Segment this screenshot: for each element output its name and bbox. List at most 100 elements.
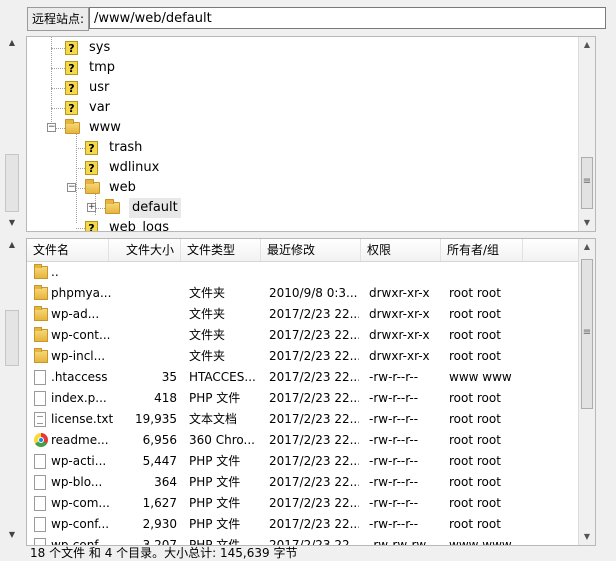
strip-handle[interactable] (5, 310, 19, 366)
file-modified-cell: 2017/2/23 22... (269, 307, 359, 321)
file-list-header: 文件名 文件大小 文件类型 最近修改 权限 所有者/组 (27, 239, 595, 262)
file-row[interactable]: index.p... 418 PHP 文件 2017/2/23 22... -rw-r-… (27, 388, 595, 409)
scroll-down-icon[interactable]: ▼ (579, 529, 595, 545)
file-perms-cell: -rw-r--r-- (369, 412, 419, 426)
file-owner-cell: root root (449, 496, 501, 510)
question-folder-icon: ? (65, 61, 78, 75)
file-icon (34, 496, 46, 511)
file-modified-cell: 2017/2/23 22... (269, 370, 359, 384)
column-header-filesize[interactable]: 文件大小 (109, 239, 181, 261)
scroll-up-icon[interactable]: ▲ (579, 37, 595, 53)
collapse-icon[interactable]: − (47, 123, 56, 132)
file-icon (34, 538, 46, 545)
file-owner-cell: root root (449, 307, 501, 321)
file-row[interactable]: .. (27, 262, 595, 283)
question-folder-icon: ? (65, 101, 78, 115)
folder-icon (65, 119, 80, 134)
strip-down-arrow-icon: ▼ (8, 530, 16, 539)
tree-item-www[interactable]: − www (27, 118, 577, 138)
file-modified-cell: 2017/2/23 22... (269, 391, 359, 405)
tree-item-sys[interactable]: ? sys (27, 38, 577, 58)
file-owner-cell: root root (449, 349, 501, 363)
file-row[interactable]: wp-acti... 5,447 PHP 文件 2017/2/23 22... -rw-… (27, 451, 595, 472)
tree-connector (76, 148, 85, 149)
column-header-owner[interactable]: 所有者/组 (441, 239, 523, 261)
file-icon (34, 391, 46, 406)
file-owner-cell: root root (449, 433, 501, 447)
tree-item-default[interactable]: + default (27, 198, 577, 218)
file-owner-cell: root root (449, 286, 501, 300)
file-row[interactable]: wp-conf... 2,930 PHP 文件 2017/2/23 22... -rw-… (27, 514, 595, 535)
file-row[interactable]: phpmya... 文件夹 2010/9/8 0:3... drwxr-xr-x roo… (27, 283, 595, 304)
expand-icon[interactable]: + (87, 203, 96, 212)
tree-item-label: var (89, 100, 111, 115)
file-name-cell: license.txt (51, 412, 113, 426)
tree-item-usr[interactable]: ? usr (27, 78, 577, 98)
file-perms-cell: -rw-r--r-- (369, 370, 419, 384)
file-perms-cell: drwxr-xr-x (369, 328, 430, 342)
file-list-scrollbar[interactable]: ▲ ▼ (578, 239, 595, 545)
tree-item-label: tmp (89, 60, 116, 75)
file-type-cell: 文件夹 (189, 349, 226, 363)
collapse-icon[interactable]: − (67, 183, 76, 192)
folder-icon (34, 264, 48, 279)
tree-item-web-logs[interactable]: ? web_logs (27, 218, 577, 232)
strip-down-arrow-icon: ▼ (8, 218, 16, 227)
column-header-filename[interactable]: 文件名 (27, 239, 109, 261)
file-perms-cell: -rw-r--r-- (369, 475, 419, 489)
file-owner-cell: www www (449, 370, 512, 384)
file-size-cell: 1,627 (142, 496, 177, 510)
file-size-cell: 418 (154, 391, 177, 405)
strip-handle[interactable] (5, 154, 19, 212)
file-list-scroll-thumb[interactable] (581, 259, 593, 409)
file-perms-cell: -rw-rw-rw- (369, 538, 431, 546)
file-type-cell: HTACCES... (189, 370, 256, 384)
scroll-down-icon[interactable]: ▼ (579, 215, 595, 231)
file-perms-cell: -rw-r--r-- (369, 454, 419, 468)
file-type-cell: PHP 文件 (189, 454, 241, 468)
tree-item-label: web_logs (109, 220, 169, 232)
file-row[interactable]: wp-ad... 文件夹 2017/2/23 22... drwxr-xr-x root… (27, 304, 595, 325)
column-header-modified[interactable]: 最近修改 (261, 239, 361, 261)
file-modified-cell: 2017/2/23 22... (269, 496, 359, 510)
scroll-up-icon[interactable]: ▲ (579, 239, 595, 255)
tree-item-web[interactable]: − web (27, 178, 577, 198)
folder-icon (34, 306, 48, 321)
file-row[interactable]: readme... 6,956 360 Chro... 2017/2/23 22...… (27, 430, 595, 451)
tree-item-trash[interactable]: ? trash (27, 138, 577, 158)
tree-item-var[interactable]: ? var (27, 98, 577, 118)
file-row[interactable]: wp-conf... 3,207 PHP 文件 2017/2/23 22... -rw-… (27, 535, 595, 546)
tree-connector (51, 68, 65, 69)
status-bar: 18 个文件 和 4 个目录。大小总计: 145,639 字节 (26, 546, 600, 561)
browser-icon (34, 433, 48, 447)
file-size-cell: 35 (161, 370, 177, 384)
question-folder-icon: ? (85, 161, 98, 175)
column-header-permissions[interactable]: 权限 (361, 239, 441, 261)
file-row[interactable]: wp-incl... 文件夹 2017/2/23 22... drwxr-xr-x ro… (27, 346, 595, 367)
tree-connector (51, 48, 65, 49)
file-row[interactable]: wp-cont... 文件夹 2017/2/23 22... drwxr-xr-x ro… (27, 325, 595, 346)
tree-item-wdlinux[interactable]: ? wdlinux (27, 158, 577, 178)
tree-scrollbar[interactable]: ▲ ▼ (578, 37, 595, 231)
file-modified-cell: 2017/2/23 22... (269, 454, 359, 468)
file-row[interactable]: .htaccess 35 HTACCES... 2017/2/23 22... -rw-… (27, 367, 595, 388)
remote-path-input[interactable]: /www/web/default (89, 7, 606, 29)
tree-scroll-thumb[interactable] (581, 157, 593, 209)
file-type-cell: 文件夹 (189, 328, 226, 342)
folder-icon (34, 327, 48, 342)
tree-connector (76, 168, 85, 169)
file-row[interactable]: wp-com... 1,627 PHP 文件 2017/2/23 22... -rw-r… (27, 493, 595, 514)
tree-connector (76, 188, 85, 189)
file-row[interactable]: wp-blo... 364 PHP 文件 2017/2/23 22... -rw-r--… (27, 472, 595, 493)
folder-icon (34, 285, 48, 300)
file-icon (34, 517, 46, 532)
file-modified-cell: 2017/2/23 22... (269, 517, 359, 531)
text-file-icon (34, 412, 46, 427)
column-header-filetype[interactable]: 文件类型 (181, 239, 261, 261)
file-perms-cell: -rw-r--r-- (369, 496, 419, 510)
strip-up-arrow-icon: ▲ (8, 240, 16, 249)
tree-item-tmp[interactable]: ? tmp (27, 58, 577, 78)
tree-item-label: web (109, 180, 136, 195)
file-row[interactable]: license.txt 19,935 文本文档 2017/2/23 22... -rw-… (27, 409, 595, 430)
left-splitter-top: ▲ ▼ (0, 36, 24, 232)
